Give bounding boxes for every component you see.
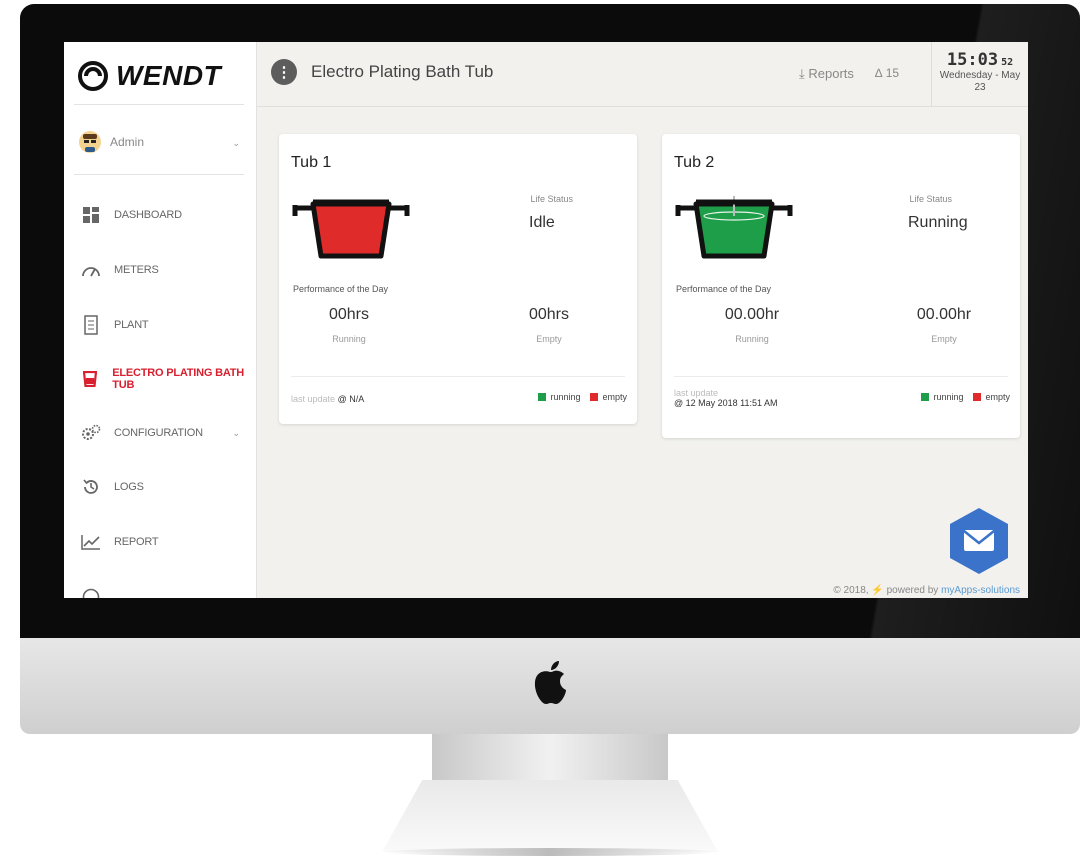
legend-running-label: running bbox=[933, 392, 964, 402]
brand-link[interactable]: myApps-solutions bbox=[941, 585, 1020, 596]
plant-building-icon bbox=[80, 314, 102, 336]
bath-tub-icon bbox=[80, 368, 100, 390]
legend: running empty bbox=[538, 392, 627, 402]
clock-date-line1: Wednesday - May bbox=[939, 70, 1021, 81]
gauge-icon bbox=[80, 259, 102, 281]
copyright-text: © 2018, bbox=[833, 585, 869, 596]
running-label: Running bbox=[332, 334, 366, 344]
legend-running-swatch bbox=[921, 393, 930, 401]
divider bbox=[674, 376, 1008, 377]
notifications-button[interactable]: ∆ 15 bbox=[875, 66, 899, 80]
sidebar-item-electro-plating-bath-tub[interactable]: ELECTRO PLATING BATH TUB bbox=[64, 362, 256, 396]
sidebar-item-label: ELECTRO PLATING BATH TUB bbox=[112, 367, 245, 391]
trend-chart-icon bbox=[80, 531, 102, 553]
sidebar-item-dashboard[interactable]: DASHBOARD bbox=[64, 198, 256, 232]
empty-label: Empty bbox=[931, 334, 957, 344]
legend-running-label: running bbox=[550, 392, 581, 402]
footer: © 2018, ⚡ powered by myApps-solutions bbox=[833, 585, 1020, 596]
last-update-label: last update bbox=[674, 388, 719, 398]
reports-label: Reports bbox=[808, 66, 854, 81]
sidebar-item-help[interactable] bbox=[64, 580, 256, 598]
sidebar-item-label: REPORT bbox=[114, 536, 159, 548]
last-update-label: last update bbox=[291, 394, 336, 404]
tub-card-1: Tub 1 Life Status Idle Performance of th… bbox=[279, 134, 637, 424]
page-title: Electro Plating Bath Tub bbox=[311, 62, 494, 81]
life-status-value: Idle bbox=[529, 214, 555, 231]
tub-card-2: Tub 2 Life Status Running Performance of… bbox=[662, 134, 1020, 438]
card-title: Tub 1 bbox=[291, 154, 332, 171]
divider bbox=[74, 174, 244, 175]
bath-tub-icon bbox=[675, 196, 793, 259]
lightning-icon: ⚡ bbox=[871, 585, 884, 596]
life-status-value: Running bbox=[908, 214, 968, 231]
clock-date-line2: 23 bbox=[974, 82, 986, 93]
empty-label: Empty bbox=[536, 334, 562, 344]
legend-empty-swatch bbox=[973, 393, 982, 401]
mail-fab-button[interactable] bbox=[944, 506, 1014, 576]
reports-button[interactable]: ⤓ Reports bbox=[799, 66, 854, 82]
empty-value: 00.00hr bbox=[916, 306, 972, 323]
last-update-value: @ N/A bbox=[337, 394, 365, 404]
sidebar-item-configuration[interactable]: CONFIGURATION ⌄ bbox=[64, 416, 256, 450]
life-status-label: Life Status bbox=[909, 194, 952, 204]
sidebar-item-label: DASHBOARD bbox=[114, 209, 182, 221]
notification-count: 15 bbox=[885, 66, 900, 80]
bath-tub-icon bbox=[292, 199, 410, 259]
help-icon bbox=[80, 586, 102, 598]
dashboard-grid-icon bbox=[80, 204, 102, 226]
sidebar-item-meters[interactable]: METERS bbox=[64, 253, 256, 287]
running-value: 00hrs bbox=[328, 306, 370, 323]
sidebar-item-logs[interactable]: LOGS bbox=[64, 470, 256, 504]
history-icon bbox=[80, 476, 102, 498]
clock-time: 15:03 bbox=[946, 50, 999, 70]
sidebar-item-label: METERS bbox=[114, 264, 159, 276]
download-icon: ⤓ bbox=[799, 66, 805, 81]
monitor-stand-neck bbox=[432, 734, 668, 780]
chevron-down-icon: ⌄ bbox=[232, 138, 240, 148]
legend-empty-label: empty bbox=[602, 392, 627, 402]
topbar: ⋮ Electro Plating Bath Tub ⤓ Reports ∆ 1… bbox=[257, 42, 1028, 107]
sidebar-item-plant[interactable]: PLANT bbox=[64, 308, 256, 342]
user-menu[interactable]: Admin ⌄ bbox=[78, 130, 244, 154]
mail-icon bbox=[963, 530, 995, 551]
avatar-icon bbox=[79, 131, 101, 153]
clock-seconds: 52 bbox=[1001, 57, 1014, 68]
powered-by-text: powered by bbox=[886, 585, 939, 596]
stand-shadow bbox=[382, 848, 718, 856]
logo-text: WENDT bbox=[116, 60, 222, 91]
last-update: last update @ 12 May 2018 11:51 AM bbox=[674, 388, 778, 408]
legend: running empty bbox=[921, 392, 1010, 402]
legend-empty-label: empty bbox=[985, 392, 1010, 402]
legend-empty-swatch bbox=[590, 393, 599, 401]
sidebar: WENDT Admin ⌄ DASHBOARD METERS PLANT ELE… bbox=[64, 42, 257, 598]
performance-label: Performance of the Day bbox=[293, 284, 389, 294]
wendt-logo-icon bbox=[78, 61, 108, 91]
bell-icon: ∆ bbox=[875, 66, 883, 80]
logo[interactable]: WENDT bbox=[78, 56, 221, 96]
last-update: last update @ N/A bbox=[291, 394, 364, 404]
divider bbox=[74, 104, 244, 105]
legend-running-swatch bbox=[538, 393, 547, 401]
vertical-dots-icon[interactable]: ⋮ bbox=[271, 59, 297, 85]
sidebar-item-label: LOGS bbox=[114, 481, 144, 493]
life-status-label: Life Status bbox=[530, 194, 573, 204]
gears-icon bbox=[80, 422, 102, 444]
sidebar-item-label: CONFIGURATION bbox=[114, 427, 203, 439]
monitor-stand-base bbox=[382, 780, 718, 852]
last-update-value: @ 12 May 2018 11:51 AM bbox=[674, 398, 778, 408]
sidebar-item-label: PLANT bbox=[114, 319, 149, 331]
card-title: Tub 2 bbox=[674, 154, 715, 171]
divider bbox=[291, 376, 625, 377]
chevron-down-icon: ⌄ bbox=[232, 428, 240, 438]
running-label: Running bbox=[735, 334, 769, 344]
app-screen: WENDT Admin ⌄ DASHBOARD METERS PLANT ELE… bbox=[64, 42, 1028, 598]
user-name: Admin bbox=[110, 135, 145, 149]
running-value: 00.00hr bbox=[724, 306, 780, 323]
empty-value: 00hrs bbox=[528, 306, 570, 323]
performance-label: Performance of the Day bbox=[676, 284, 772, 294]
apple-logo-icon bbox=[534, 661, 566, 704]
clock-widget: 15:03 52 Wednesday - May 23 bbox=[931, 42, 1028, 106]
clock-time-row: 15:03 52 bbox=[932, 50, 1028, 70]
sidebar-item-report[interactable]: REPORT bbox=[64, 525, 256, 559]
